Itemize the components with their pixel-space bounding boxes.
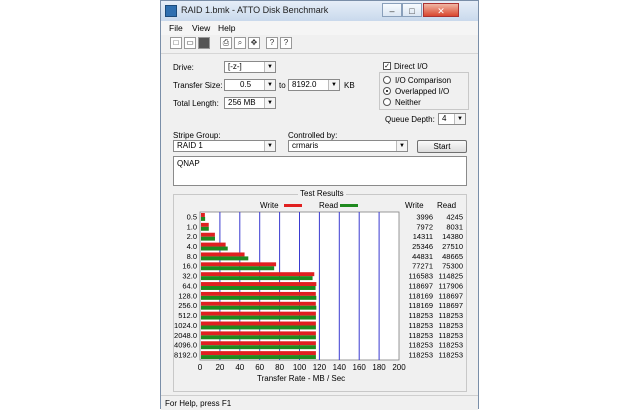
read-bar <box>201 236 215 241</box>
x-tick-label: 180 <box>372 363 386 372</box>
app-window: RAID 1.bmk - ATTO Disk Benchmark – □ ✕ F… <box>160 0 479 410</box>
y-category-label: 32.0 <box>182 272 197 281</box>
write-bar <box>201 232 215 237</box>
write-bar <box>201 213 205 217</box>
write-value: 118169 <box>409 301 433 310</box>
read-value: 118253 <box>439 331 463 340</box>
write-bar <box>201 242 226 247</box>
write-value: 14311 <box>413 232 433 241</box>
status-bar: For Help, press F1 <box>161 395 478 410</box>
write-bar <box>201 262 277 267</box>
write-bar <box>201 222 209 227</box>
y-category-label: 0.5 <box>187 212 197 221</box>
y-category-label: 4096.0 <box>174 341 197 350</box>
write-bar <box>201 291 316 296</box>
write-value: 118253 <box>409 331 433 340</box>
x-tick-label: 60 <box>255 363 264 372</box>
y-category-label: 2048.0 <box>174 331 197 340</box>
x-tick-label: 100 <box>293 363 307 372</box>
x-tick-label: 20 <box>215 363 224 372</box>
write-bar <box>201 331 316 336</box>
read-value: 14380 <box>442 232 463 241</box>
read-value: 117906 <box>439 281 463 290</box>
read-value: 8031 <box>446 222 463 231</box>
read-bar <box>201 315 316 320</box>
read-bar <box>201 246 228 251</box>
write-bar <box>201 252 245 257</box>
x-tick-label: 140 <box>333 363 347 372</box>
read-bar <box>201 325 316 330</box>
write-value: 118253 <box>409 311 433 320</box>
y-category-label: 1024.0 <box>174 321 197 330</box>
read-bar <box>201 266 275 271</box>
write-bar <box>201 272 315 277</box>
y-category-label: 8.0 <box>187 252 197 261</box>
write-value: 118253 <box>409 321 433 330</box>
read-value: 118253 <box>439 321 463 330</box>
x-tick-label: 40 <box>235 363 244 372</box>
read-value: 75300 <box>442 262 463 271</box>
read-bar <box>201 335 316 340</box>
y-category-label: 4.0 <box>187 242 197 251</box>
read-value: 4245 <box>446 212 463 221</box>
write-value: 116583 <box>409 272 433 281</box>
write-bar <box>201 321 316 326</box>
read-bar <box>201 305 317 310</box>
write-value: 118697 <box>409 281 433 290</box>
y-category-label: 8192.0 <box>174 351 197 360</box>
read-value: 118253 <box>439 351 463 360</box>
read-value: 118697 <box>439 291 463 300</box>
write-bar <box>201 282 317 287</box>
write-bar <box>201 351 316 356</box>
read-bar <box>201 276 313 281</box>
status-text: For Help, press F1 <box>165 399 232 408</box>
read-bar <box>201 216 206 221</box>
x-tick-label: 80 <box>275 363 284 372</box>
write-bar <box>201 311 316 316</box>
read-value: 48665 <box>442 252 463 261</box>
write-value: 3996 <box>416 212 433 221</box>
x-axis-label: Transfer Rate - MB / Sec <box>257 374 346 383</box>
results-chart: 0 20 40 60 80 100 120 140 160 180 200 0.5 3996 4245 1.… <box>174 211 463 372</box>
write-value: 77271 <box>412 262 433 271</box>
y-category-label: 16.0 <box>182 262 197 271</box>
write-bar <box>201 301 316 306</box>
y-category-label: 256.0 <box>178 301 197 310</box>
read-value: 27510 <box>442 242 463 251</box>
y-category-label: 1.0 <box>187 222 197 231</box>
write-value: 7972 <box>416 222 433 231</box>
x-tick-label: 120 <box>313 363 327 372</box>
y-category-label: 512.0 <box>178 311 197 320</box>
read-bar <box>201 226 209 231</box>
y-category-label: 128.0 <box>178 291 197 300</box>
read-value: 114825 <box>439 272 463 281</box>
y-category-label: 2.0 <box>187 232 197 241</box>
write-bar <box>201 341 316 346</box>
y-category-label: 64.0 <box>182 281 197 290</box>
read-bar <box>201 355 316 360</box>
write-value: 118253 <box>409 351 433 360</box>
write-value: 118169 <box>409 291 433 300</box>
x-tick-label: 0 <box>198 363 203 372</box>
write-value: 118253 <box>409 341 433 350</box>
read-value: 118253 <box>439 341 463 350</box>
read-bar <box>201 256 249 261</box>
read-value: 118253 <box>439 311 463 320</box>
write-value: 44831 <box>412 252 433 261</box>
x-tick-label: 200 <box>392 363 406 372</box>
read-value: 118697 <box>439 301 463 310</box>
read-bar <box>201 345 316 350</box>
x-tick-label: 160 <box>353 363 367 372</box>
read-bar <box>201 286 316 290</box>
write-value: 25346 <box>412 242 433 251</box>
read-bar <box>201 295 317 300</box>
